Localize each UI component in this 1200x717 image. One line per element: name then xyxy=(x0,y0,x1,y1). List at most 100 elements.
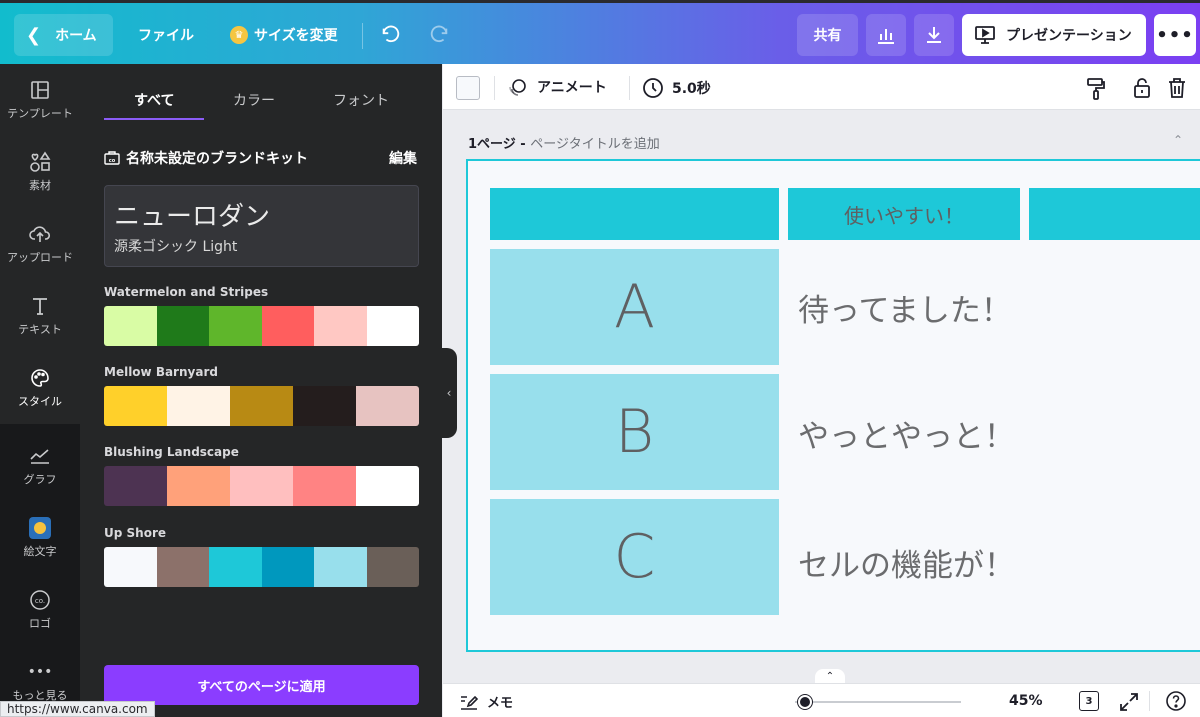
rail-item-charts[interactable]: グラフ xyxy=(0,430,80,502)
collapse-panel-handle[interactable]: ‹ xyxy=(441,348,457,438)
apply-to-all-pages-button[interactable]: すべてのページに適用 xyxy=(104,665,419,705)
table-header-cell[interactable]: 使いやすい！ xyxy=(788,188,1020,240)
color-swatch[interactable] xyxy=(366,306,419,346)
help-button[interactable] xyxy=(1165,690,1187,716)
present-icon xyxy=(975,26,995,44)
layout-icon xyxy=(29,79,51,101)
color-swatch[interactable] xyxy=(209,547,262,587)
edit-brand-kit-button[interactable]: 編集 xyxy=(389,148,417,168)
tab-fonts[interactable]: フォント xyxy=(333,90,389,110)
timing-button[interactable]: 5.0秒 xyxy=(642,77,711,99)
home-button[interactable]: ❮ ホーム xyxy=(14,14,113,56)
rail-item-text[interactable]: テキスト xyxy=(0,280,80,352)
color-swatch[interactable] xyxy=(156,306,209,346)
panel-tabs: すべて カラー フォント xyxy=(80,64,442,120)
rail-item-logos[interactable]: co. ロゴ xyxy=(0,574,80,646)
color-swatch[interactable] xyxy=(230,386,293,426)
zoom-level[interactable]: 45% xyxy=(1009,693,1043,709)
rail-item-uploads[interactable]: アップロード xyxy=(0,208,80,280)
color-swatch[interactable] xyxy=(356,386,419,426)
present-button[interactable]: プレゼンテーション xyxy=(962,14,1146,56)
table-header-cell[interactable] xyxy=(1029,188,1200,240)
color-swatch[interactable] xyxy=(230,466,293,506)
color-swatch[interactable] xyxy=(156,547,209,587)
palette-watermelon[interactable] xyxy=(104,306,419,346)
palette-mellow-barnyard[interactable] xyxy=(104,386,419,426)
zoom-slider-handle[interactable] xyxy=(798,695,812,709)
fullscreen-button[interactable] xyxy=(1119,692,1139,716)
chevron-left-icon: ‹ xyxy=(446,386,452,400)
emoji-icon xyxy=(29,517,51,539)
delete-button[interactable] xyxy=(1167,77,1195,99)
lock-icon xyxy=(1134,78,1150,98)
redo-button[interactable] xyxy=(428,14,450,56)
rail-item-elements[interactable]: 素材 xyxy=(0,136,80,208)
palette-title: Mellow Barnyard xyxy=(104,365,218,379)
chart-icon xyxy=(29,445,51,467)
rail-label: グラフ xyxy=(23,473,57,486)
shapes-icon xyxy=(29,151,51,173)
color-swatch[interactable] xyxy=(104,547,157,587)
more-options-button[interactable]: ••• xyxy=(1154,14,1196,56)
palette-blushing-landscape[interactable] xyxy=(104,466,419,506)
color-swatch[interactable] xyxy=(293,386,356,426)
background-color-swatch[interactable] xyxy=(456,76,480,100)
top-toolbar: ❮ ホーム ファイル ♛ サイズを変更 共有 プレゼンテーション ••• xyxy=(0,0,1200,64)
table-row-text[interactable]: 待ってました！ xyxy=(798,285,1012,330)
tab-colors[interactable]: カラー xyxy=(233,90,275,110)
color-swatch[interactable] xyxy=(261,306,314,346)
chevron-left-icon: ❮ xyxy=(26,24,42,46)
svg-text:co: co xyxy=(109,158,116,164)
undo-button[interactable] xyxy=(380,14,402,56)
color-swatch[interactable] xyxy=(104,466,167,506)
color-swatch[interactable] xyxy=(167,466,230,506)
download-button[interactable] xyxy=(914,14,954,56)
design-page[interactable]: 使いやすい！ A 待ってました！ B やっとやっと！ C セルの機能が！ xyxy=(466,159,1200,652)
color-swatch[interactable] xyxy=(209,306,262,346)
file-menu-button[interactable]: ファイル xyxy=(138,14,194,56)
palette-title: Up Shore xyxy=(104,526,166,540)
status-bar-url: https://www.canva.com xyxy=(0,701,155,717)
animate-label: アニメート xyxy=(537,80,607,96)
palette-up-shore[interactable] xyxy=(104,547,419,587)
collapse-page-button[interactable]: ⌃ xyxy=(1173,133,1183,147)
styles-panel: すべて カラー フォント co 名称未設定のブランドキット 編集 ニューロダン … xyxy=(80,64,442,717)
table-header-cell[interactable] xyxy=(490,188,779,240)
table-row-letter[interactable]: B xyxy=(490,374,779,490)
table-row-text[interactable]: やっとやっと！ xyxy=(798,411,1015,456)
lock-button[interactable] xyxy=(1133,77,1159,99)
rail-label: アップロード xyxy=(7,251,73,264)
page-title-input[interactable]: ページタイトルを追加 xyxy=(530,137,659,152)
bottom-bar: メモ 45% 3 xyxy=(443,683,1200,717)
rail-item-emoji[interactable]: 絵文字 xyxy=(0,502,80,574)
copy-style-button[interactable] xyxy=(1086,77,1114,101)
table-row-letter[interactable]: C xyxy=(490,499,779,615)
notes-button[interactable]: メモ xyxy=(459,692,513,711)
rail-item-templates[interactable]: テンプレート xyxy=(0,64,80,136)
zoom-slider-track[interactable] xyxy=(795,701,961,703)
color-swatch[interactable] xyxy=(167,386,230,426)
expand-notes-handle[interactable]: ⌃ xyxy=(815,669,845,683)
color-swatch[interactable] xyxy=(261,547,314,587)
animate-button[interactable]: アニメート xyxy=(507,77,607,97)
color-swatch[interactable] xyxy=(356,466,419,506)
page-count-button[interactable]: 3 xyxy=(1079,691,1099,711)
color-swatch[interactable] xyxy=(314,547,367,587)
font-heading-sample: ニューロダン xyxy=(114,202,271,232)
color-swatch[interactable] xyxy=(314,306,367,346)
color-swatch[interactable] xyxy=(104,386,167,426)
help-icon xyxy=(1166,691,1186,711)
color-swatch[interactable] xyxy=(104,306,157,346)
trash-icon xyxy=(1169,78,1185,98)
font-pairing-card[interactable]: ニューロダン 源柔ゴシック Light xyxy=(104,185,419,267)
color-swatch[interactable] xyxy=(366,547,419,587)
resize-button[interactable]: ♛ サイズを変更 xyxy=(230,14,338,56)
color-swatch[interactable] xyxy=(293,466,356,506)
table-row-text[interactable]: セルの機能が！ xyxy=(798,540,1015,585)
table-row-letter[interactable]: A xyxy=(490,249,779,365)
tab-all[interactable]: すべて xyxy=(134,90,174,110)
more-icon: ••• xyxy=(1156,24,1194,46)
insights-button[interactable] xyxy=(866,14,906,56)
share-button[interactable]: 共有 xyxy=(797,14,858,56)
rail-item-styles[interactable]: スタイル xyxy=(0,352,80,424)
